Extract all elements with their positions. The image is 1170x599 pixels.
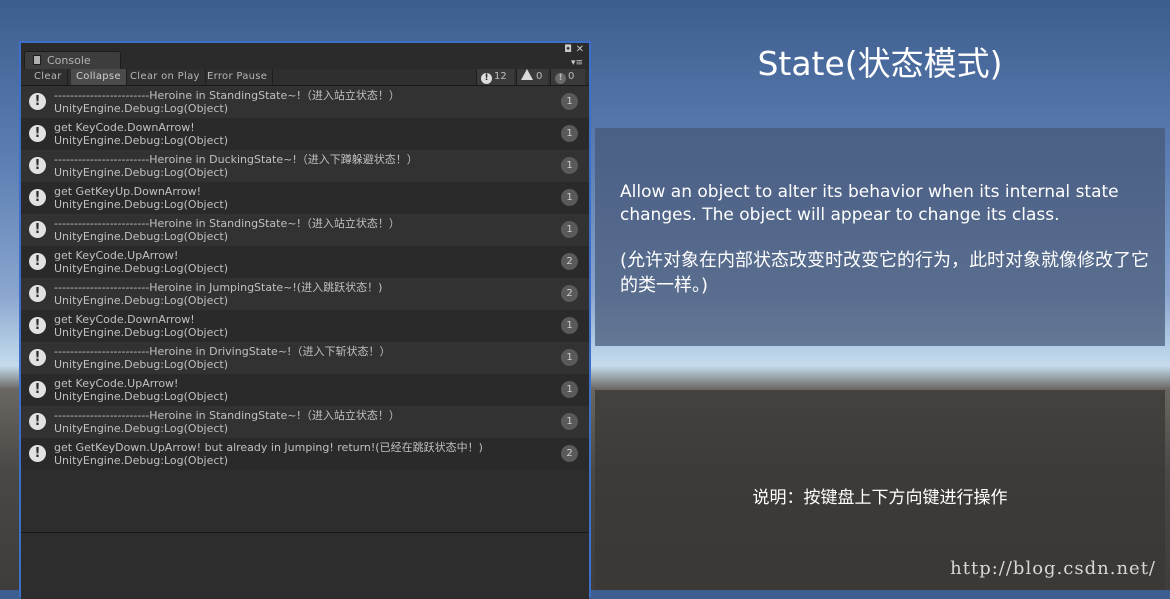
log-message: get GetKeyUp.DownArrow!: [54, 185, 202, 198]
page-title: State(状态模式): [757, 44, 1003, 83]
info-icon: !: [29, 189, 46, 206]
instruction-text: 说明：按键盘上下方向键进行操作: [752, 488, 1008, 508]
log-entry[interactable]: ! ------------------------Heroine in Stan…: [21, 214, 589, 246]
log-stacktrace: UnityEngine.Debug:Log(Object): [54, 262, 229, 275]
log-count-toggle[interactable]: ! 12: [476, 69, 514, 85]
log-entry[interactable]: ! get GetKeyDown.UpArrow! but already in …: [21, 438, 589, 470]
log-entry[interactable]: ! ------------------------Heroine in Jump…: [21, 278, 589, 310]
log-collapse-count: 1: [561, 317, 578, 334]
tab-console[interactable]: Console: [24, 51, 121, 69]
info-icon: !: [29, 93, 46, 110]
log-message: get KeyCode.DownArrow!: [54, 313, 195, 326]
log-detail-pane: [21, 533, 589, 599]
console-window: Console ◘ ✕ ▾≡ Clear Collapse Clear on P…: [19, 41, 591, 599]
log-list[interactable]: ! ------------------------Heroine in Stan…: [21, 86, 589, 532]
info-icon: !: [29, 253, 46, 270]
log-collapse-count: 1: [561, 157, 578, 174]
log-collapse-count: 1: [561, 125, 578, 142]
menu-icon[interactable]: ▾≡: [571, 59, 583, 68]
log-stacktrace: UnityEngine.Debug:Log(Object): [54, 134, 229, 147]
log-collapse-count: 1: [561, 349, 578, 366]
error-count: 0: [568, 71, 575, 82]
log-entry[interactable]: ! ------------------------Heroine in Driv…: [21, 342, 589, 374]
log-collapse-count: 1: [561, 189, 578, 206]
log-message: get KeyCode.UpArrow!: [54, 377, 179, 390]
clear-button[interactable]: Clear: [29, 69, 68, 85]
log-entry[interactable]: ! ------------------------Heroine in Stan…: [21, 406, 589, 438]
log-collapse-count: 1: [561, 221, 578, 238]
log-entry[interactable]: ! get KeyCode.UpArrow! UnityEngine.Debug:L…: [21, 374, 589, 406]
log-collapse-count: 1: [561, 381, 578, 398]
log-message: get GetKeyDown.UpArrow! but already in J…: [54, 441, 483, 454]
console-titlebar: Console ◘ ✕ ▾≡: [21, 43, 589, 69]
info-icon: !: [29, 445, 46, 462]
log-collapse-count: 1: [561, 413, 578, 430]
log-message: get KeyCode.UpArrow!: [54, 249, 179, 262]
info-icon: !: [29, 349, 46, 366]
warning-count-toggle[interactable]: 0: [516, 69, 548, 85]
log-stacktrace: UnityEngine.Debug:Log(Object): [54, 454, 229, 467]
log-entry[interactable]: ! get KeyCode.DownArrow! UnityEngine.Debug…: [21, 310, 589, 342]
info-icon: !: [29, 317, 46, 334]
log-message: ------------------------Heroine in Stand…: [54, 89, 400, 102]
log-stacktrace: UnityEngine.Debug:Log(Object): [54, 326, 229, 339]
log-collapse-count: 2: [561, 445, 578, 462]
log-stacktrace: UnityEngine.Debug:Log(Object): [54, 198, 229, 211]
info-icon: !: [29, 381, 46, 398]
log-message: ------------------------Heroine in Stand…: [54, 217, 400, 230]
log-stacktrace: UnityEngine.Debug:Log(Object): [54, 294, 229, 307]
collapse-button[interactable]: Collapse: [71, 69, 127, 85]
log-entry[interactable]: ! get KeyCode.UpArrow! UnityEngine.Debug:L…: [21, 246, 589, 278]
log-count: 12: [494, 71, 507, 82]
watermark: http://blog.csdn.net/: [950, 558, 1156, 579]
log-collapse-count: 2: [561, 253, 578, 270]
log-message: ------------------------Heroine in Stand…: [54, 409, 400, 422]
description-panel: Allow an object to alter its behavior wh…: [595, 128, 1165, 346]
log-message: ------------------------Heroine in Jumpi…: [54, 281, 383, 294]
log-message: ------------------------Heroine in Drivi…: [54, 345, 391, 358]
log-entry[interactable]: ! ------------------------Heroine in Stan…: [21, 86, 589, 118]
log-stacktrace: UnityEngine.Debug:Log(Object): [54, 166, 229, 179]
info-icon: !: [29, 413, 46, 430]
log-stacktrace: UnityEngine.Debug:Log(Object): [54, 390, 229, 403]
log-stacktrace: UnityEngine.Debug:Log(Object): [54, 102, 229, 115]
info-icon: !: [29, 221, 46, 238]
error-icon: !: [555, 73, 566, 84]
description-english: Allow an object to alter its behavior wh…: [620, 182, 1119, 225]
log-message: get KeyCode.DownArrow!: [54, 121, 195, 134]
warning-icon: [521, 69, 533, 80]
log-stacktrace: UnityEngine.Debug:Log(Object): [54, 358, 229, 371]
info-icon: !: [29, 125, 46, 142]
info-icon: !: [29, 285, 46, 302]
info-icon: !: [29, 157, 46, 174]
close-icon[interactable]: ✕: [576, 45, 584, 55]
description-chinese: (允许对象在内部状态改变时改变它的行为，此时对象就像修改了它的类一样。): [620, 250, 1150, 296]
info-icon: !: [481, 73, 492, 84]
warning-count: 0: [536, 71, 543, 82]
console-toolbar: Clear Collapse Clear on Play Error Pause…: [21, 69, 589, 86]
error-pause-button[interactable]: Error Pause: [202, 69, 274, 85]
log-entry[interactable]: ! ------------------------Heroine in Duck…: [21, 150, 589, 182]
maximize-icon[interactable]: ◘: [564, 45, 572, 55]
log-stacktrace: UnityEngine.Debug:Log(Object): [54, 422, 229, 435]
console-tab-label: Console: [47, 54, 91, 67]
log-collapse-count: 2: [561, 285, 578, 302]
clear-on-play-button[interactable]: Clear on Play: [125, 69, 206, 85]
console-tab-icon: [33, 55, 41, 65]
log-entry[interactable]: ! get KeyCode.DownArrow! UnityEngine.Debug…: [21, 118, 589, 150]
log-stacktrace: UnityEngine.Debug:Log(Object): [54, 230, 229, 243]
log-entry[interactable]: ! get GetKeyUp.DownArrow! UnityEngine.Debu…: [21, 182, 589, 214]
log-message: ------------------------Heroine in Ducki…: [54, 153, 418, 166]
error-count-toggle[interactable]: ! 0: [550, 69, 585, 85]
log-collapse-count: 1: [561, 93, 578, 110]
